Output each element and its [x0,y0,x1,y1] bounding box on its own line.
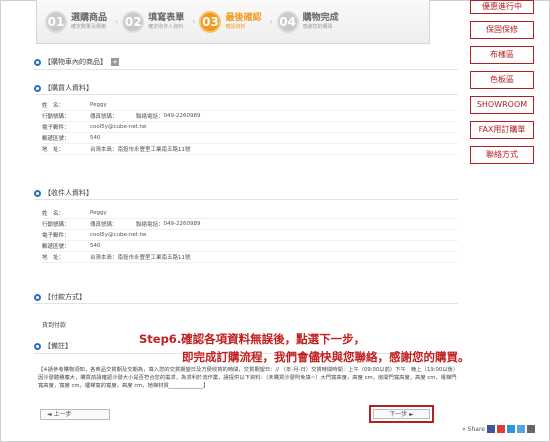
side-menu-fax-order[interactable]: FAX用訂購單 [470,121,534,139]
twitter-icon[interactable] [507,425,515,433]
receiver-zip-row: 郵遞區號： 540 [42,241,458,252]
receiver-phone-row: 行動號碼： 傳真號碼： 聯絡電話： 049-2260989 [42,219,458,230]
field-label: 傳真號碼： [90,222,118,228]
step-4: 04 購物完成 感謝您的購買 [276,10,339,33]
step-number: 03 [199,10,222,33]
expand-icon[interactable]: + [111,58,119,66]
receiver-email: cool5y@cube-net.tw [90,232,147,238]
chevron-right-icon: › [192,17,196,26]
step-subtitle: 確定收件人資料 [148,23,184,30]
cart-section-title: 【購物車內的商品】 + [34,57,119,67]
next-step-highlight: 下一步 ► [369,405,434,423]
field-label: 地 址： [42,147,65,153]
receiver-section-label: 【收件人資料】 [44,189,93,197]
checkout-steps: 01 選購商品 確定數量及價格 › 02 填寫表單 確定收件人資料 › 03 最後確… [36,0,430,44]
receiver-phone: 049-2260989 [163,221,201,227]
receiver-zip: 540 [90,243,101,249]
buyer-info: 姓 名： Peggy 行動號碼： 傳真號碼： 聯絡電話： 049-2260989 電子郵… [42,100,458,155]
step-number: 01 [45,10,67,33]
step-title: 選購商品 [71,12,108,23]
field-label: 電子郵件： [42,233,70,239]
receiver-section-title: 【收件人資料】 [34,188,93,198]
bookmark-icon[interactable] [517,425,525,433]
step-2: 02 填寫表單 確定收件人資料 [122,10,185,33]
buyer-address: 台灣本島：南投市永豐里工業南五路11號 [90,147,191,153]
step-subtitle: 確認資料 [225,23,246,30]
side-menu-contact[interactable]: 聯絡方式 [470,146,534,164]
receiver-email-row: 電子郵件： cool5y@cube-net.tw [42,230,458,241]
section-bullet-icon [34,84,41,92]
field-label: 姓 名： [42,211,65,217]
side-menu-color[interactable]: 色板區 [470,71,534,89]
step-number: 04 [276,10,299,33]
buyer-address-row: 地 址： 台灣本島：南投市永豐里工業南五路11號 [42,144,458,155]
instruction-line-2: 即完成訂購流程，我們會儘快與您聯絡，感謝您的購買。 [182,350,470,364]
field-label: 電子郵件： [42,125,70,131]
receiver-address-row: 地 址： 台灣本島：南投市永豐里工業南五路11號 [42,252,458,263]
remark-section-title: 【備註】 [34,341,72,351]
step-number: 02 [122,10,145,33]
field-label: 姓 名： [42,103,65,109]
receiver-name: Peggy [90,210,107,216]
buyer-section-label: 【購買人資料】 [44,84,93,92]
chevron-right-icon: › [115,17,119,26]
side-menu-showroom[interactable]: SHOWROOM [470,96,534,114]
field-label: 郵遞區號： [42,136,70,142]
field-label: 地 址： [42,255,65,261]
divider [34,94,458,95]
buyer-phone-row: 行動號碼： 傳真號碼： 聯絡電話： 049-2260989 [42,111,458,122]
field-label: 行動號碼： [42,114,70,120]
section-bullet-icon [34,58,41,66]
buyer-email: cool5y@cube-net.tw [90,124,147,130]
payment-section-title: 【付款方式】 [34,292,86,302]
buyer-email-row: 電子郵件： cool5y@cube-net.tw [42,122,458,133]
divider [34,303,458,304]
next-step-button[interactable]: 下一步 ► [373,409,430,419]
buyer-zip-row: 郵遞區號： 540 [42,133,458,144]
side-menu-fabric[interactable]: 布樣區 [470,46,534,64]
field-label: 郵遞區號： [42,244,70,250]
step-title: 最後確認 [225,12,262,23]
field-label: 聯絡電話： [136,222,164,228]
print-icon[interactable] [527,425,535,433]
receiver-info: 姓 名： Peggy 行動號碼： 傳真號碼： 聯絡電話： 049-2260989 電子郵… [42,208,458,263]
step-title: 購物完成 [302,12,339,23]
buyer-zip: 540 [90,135,101,141]
buyer-name: Peggy [90,102,107,108]
receiver-name-row: 姓 名： Peggy [42,208,458,219]
payment-method: 貨到付款 [42,322,67,329]
side-menu: 優惠進行中 保固保修 布樣區 色板區 SHOWROOM FAX用訂購單 聯絡方式 [470,0,534,171]
field-label: 聯絡電話： [136,114,164,120]
section-bullet-icon [34,189,41,197]
divider [34,199,458,200]
step-subtitle: 感謝您的購買 [302,23,333,30]
buyer-section-title: 【購買人資料】 [34,83,93,93]
plurk-icon[interactable] [497,425,505,433]
section-bullet-icon [34,342,41,350]
side-menu-warranty[interactable]: 保固保修 [470,21,534,39]
buyer-phone: 049-2260989 [163,113,201,119]
field-label: 行動號碼： [42,222,70,228]
divider [34,69,458,70]
field-label: 傳真號碼： [90,114,118,120]
share-label[interactable]: Share [468,426,485,433]
receiver-address: 台灣本島：南投市永豐里工業南五路11號 [90,255,191,261]
instruction-line-1: Step6.確認各項資料無誤後，點選下一步， [139,332,366,346]
section-bullet-icon [34,293,41,301]
payment-section-label: 【付款方式】 [44,293,86,301]
side-menu-promotions[interactable]: 優惠進行中 [470,0,534,14]
step-title: 填寫表單 [148,12,185,23]
facebook-icon[interactable] [487,425,495,433]
share-arrow-icon: » [462,425,466,433]
buyer-name-row: 姓 名： Peggy [42,100,458,111]
remark-section-label: 【備註】 [44,342,72,350]
remark-text: 【※請參考購物須知，各商品交貨期及交期為，填入您的交貨期望日及方便收貨的時間，交… [38,367,457,389]
step-subtitle: 確定數量及價格 [71,23,107,30]
step-1: 01 選購商品 確定數量及價格 [45,10,108,33]
share-bar: » Share [462,425,535,433]
previous-step-button[interactable]: ◄ 上一步 [40,409,110,420]
step-3: 03 最後確認 確認資料 [199,10,262,33]
cart-section-label: 【購物車內的商品】 [44,58,107,66]
chevron-right-icon: › [269,17,273,26]
